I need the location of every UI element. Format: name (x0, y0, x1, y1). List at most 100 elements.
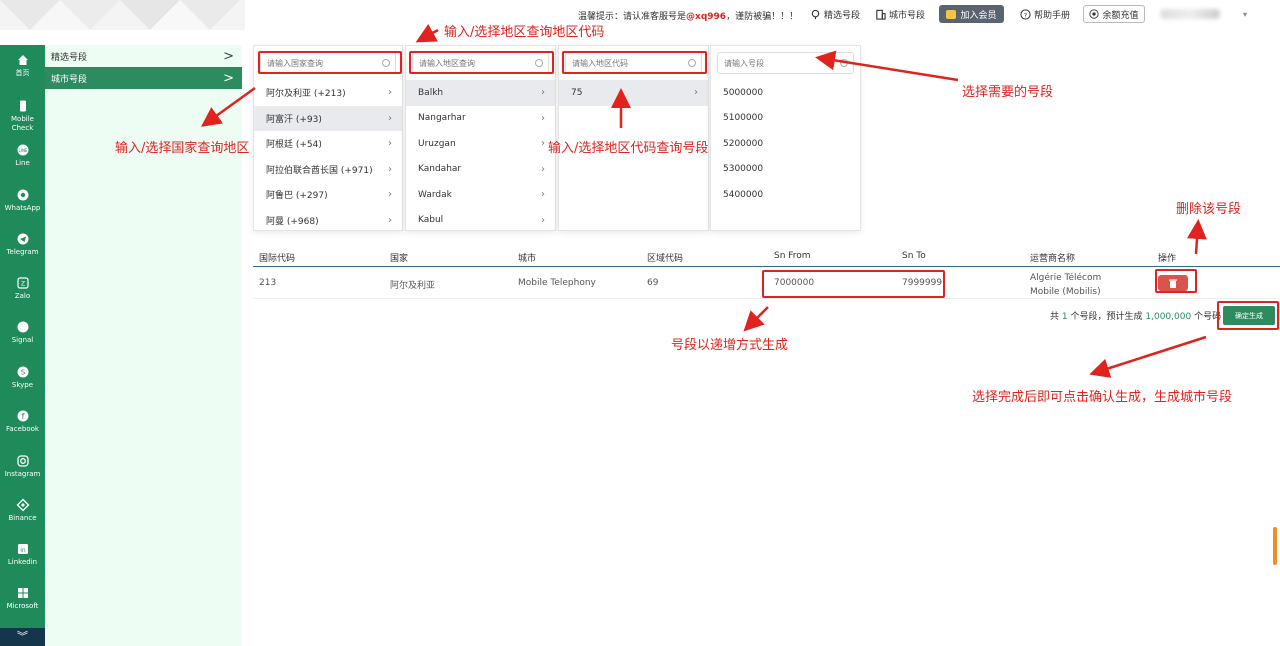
rail-item-label: Linkedin (7, 558, 38, 566)
rail-item[interactable]: LINE Line (0, 143, 45, 168)
list-item-label: Kabul (418, 215, 444, 226)
rail-item[interactable]: f Facebook (0, 409, 45, 434)
chevron-down-icon[interactable]: ▾ (1243, 10, 1247, 19)
list-item[interactable]: 5400000 (711, 182, 860, 208)
rail-item[interactable]: in Linkedin (0, 542, 45, 567)
double-chevron-down-icon: ︾ (17, 630, 28, 643)
recharge-button[interactable]: 余额充值 (1083, 5, 1145, 23)
help-manual-label: 帮助手册 (1034, 11, 1071, 21)
recharge-label: 余额充值 (1102, 10, 1139, 21)
scrollbar-thumb[interactable] (1273, 527, 1277, 565)
user-account[interactable] (1160, 9, 1220, 19)
list-item[interactable]: 阿曼 (+968) › (254, 208, 402, 234)
annotation-box-delete (1155, 269, 1197, 293)
chevron-right-icon: › (388, 214, 392, 226)
skype-icon: S (17, 366, 28, 378)
column-header: 国家 (390, 254, 409, 264)
segment-search-input[interactable] (718, 53, 853, 73)
list-item[interactable]: 5000000 (711, 80, 860, 106)
join-member-button[interactable]: 加入会员 (939, 5, 1004, 23)
chevron-right-icon: > (223, 70, 234, 86)
list-item[interactable]: Kabul › (406, 208, 555, 234)
table-header: 国际代码 国家 城市 区域代码 Sn From Sn To 运营商名称 操作 (253, 245, 1280, 267)
list-item[interactable]: Kandahar › (406, 157, 555, 183)
service-handle: @xq996 (686, 12, 727, 22)
rail-item-label: Binance (8, 514, 37, 522)
rail-item[interactable]: Z Zalo (0, 276, 45, 301)
telegram-icon (17, 233, 28, 245)
chevron-right-icon: › (388, 112, 392, 124)
list-item-label: Uruzgan (418, 138, 456, 149)
total-numbers: 1,000,000 (1145, 312, 1192, 322)
rail-item[interactable]: Telegram (0, 232, 45, 257)
column-header: Sn From (774, 251, 811, 261)
list-item-label: 阿拉伯联合酋长国 (+971) (266, 165, 373, 176)
subnav-item-featured[interactable]: 精选号段 > (45, 45, 242, 67)
region-list: Balkh › Nangarhar › Uruzgan › Kandahar › Wardak ›… (406, 80, 555, 233)
country-list: 阿尔及利亚 (+213) › 阿富汗 (+93) › 阿根廷 (+54) › 阿拉伯联合酋长… (254, 80, 402, 233)
rail-item[interactable]: WhatsApp (0, 188, 45, 213)
list-item[interactable]: 5200000 (711, 131, 860, 157)
list-item-label: Balkh (418, 87, 444, 98)
rail-item-label: Signal (11, 336, 34, 344)
list-item[interactable]: 阿根廷 (+54) › (254, 131, 402, 157)
subnav-item-city[interactable]: 城市号段 > (45, 67, 242, 89)
list-item[interactable]: 5100000 (711, 106, 860, 132)
rail-item-label: Skype (11, 381, 34, 389)
rail-item[interactable]: S Skype (0, 365, 45, 390)
list-item[interactable]: 阿拉伯联合酋长国 (+971) › (254, 157, 402, 183)
whatsapp-icon (17, 189, 28, 201)
annotation-segment: 选择需要的号段 (962, 85, 1054, 100)
chevron-right-icon: › (541, 163, 545, 175)
list-item[interactable]: Balkh › (406, 80, 555, 106)
rail-item[interactable]: Signal (0, 320, 45, 345)
svg-text:LINE: LINE (18, 148, 27, 153)
list-item[interactable]: 阿鲁巴 (+297) › (254, 182, 402, 208)
segment-search[interactable] (717, 52, 854, 74)
svg-text:Z: Z (20, 281, 24, 288)
list-item-label: 阿根廷 (+54) (266, 140, 322, 151)
rail-item-label: Instagram (4, 470, 41, 478)
instagram-icon (16, 455, 29, 467)
chevron-right-icon: › (388, 163, 392, 175)
list-item-label: Kandahar (418, 164, 462, 175)
rail-item-label: Mobile Check (11, 115, 34, 132)
list-item-label: 阿尔及利亚 (+213) (266, 89, 346, 100)
rail-item[interactable]: Mobile Check (0, 99, 45, 133)
list-item[interactable]: 阿尔及利亚 (+213) › (254, 80, 402, 106)
column-header: Sn To (902, 251, 926, 261)
column-header: 运营商名称 (1030, 254, 1076, 264)
chevron-right-icon: › (388, 189, 392, 201)
list-item[interactable]: 5300000 (711, 157, 860, 183)
chevron-right-icon: › (541, 138, 545, 150)
top-nav-city[interactable]: 城市号段 (875, 8, 925, 21)
subnav-item-label: 精选号段 (51, 52, 88, 63)
help-manual-link[interactable]: ? 帮助手册 (1020, 8, 1070, 21)
list-item[interactable]: 阿富汗 (+93) › (254, 105, 402, 131)
cell-intl-code: 213 (259, 278, 277, 288)
chevron-right-icon: › (541, 87, 545, 99)
binance-icon (16, 498, 29, 512)
generation-summary: 共 1 个号段，预计生成 1,000,000 个号码 (1050, 312, 1222, 322)
list-item-label: 阿曼 (+968) (266, 216, 319, 227)
line-icon: LINE (17, 144, 28, 156)
zalo-icon: Z (16, 277, 29, 289)
top-nav-featured[interactable]: 精选号段 (810, 8, 860, 21)
rail-item[interactable]: Microsoft (0, 586, 45, 611)
rail-item[interactable]: Instagram (0, 454, 45, 479)
annotation-box-sn-range (762, 270, 945, 298)
home-icon (17, 55, 28, 65)
list-item[interactable]: 75 › (559, 80, 708, 106)
annotation-delete: 删除该号段 (1176, 202, 1242, 217)
cell-area-code: 69 (647, 278, 659, 288)
top-nav-featured-label: 精选号段 (824, 11, 861, 21)
annotation-box-confirm (1217, 301, 1279, 330)
map-pin-icon (811, 9, 820, 20)
rail-item[interactable]: 首页 (0, 53, 45, 78)
rail-item[interactable]: Binance (0, 498, 45, 523)
chevron-right-icon: › (541, 214, 545, 226)
list-item[interactable]: Wardak › (406, 182, 555, 208)
rail-expand-button[interactable]: ︾ (0, 628, 45, 646)
list-item[interactable]: Uruzgan › (406, 131, 555, 157)
list-item[interactable]: Nangarhar › (406, 106, 555, 132)
